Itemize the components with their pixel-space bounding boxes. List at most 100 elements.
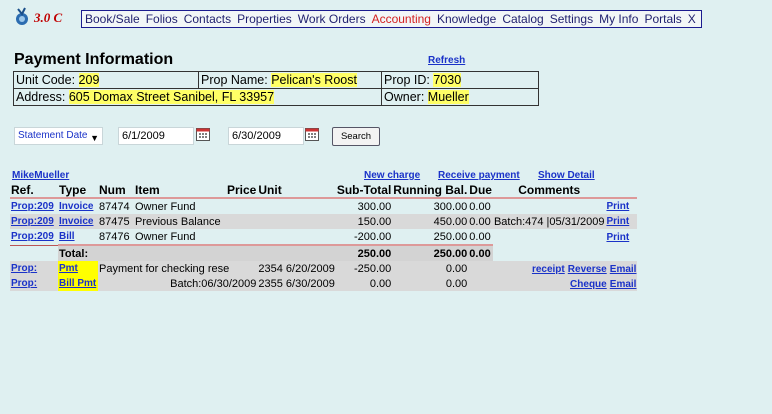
due-cell: 0.00: [468, 214, 493, 229]
prop-name-value: Pelican's Roost: [271, 73, 357, 87]
owner-label: Owner:: [384, 90, 425, 104]
header-due: Due: [468, 183, 493, 199]
menu-folios[interactable]: Folios: [146, 12, 178, 26]
menu-work-orders[interactable]: Work Orders: [298, 12, 366, 26]
total-subtotal: 250.00: [335, 244, 393, 261]
ref-link[interactable]: Prop:: [10, 276, 58, 291]
num-cell: 87475: [98, 214, 134, 229]
subtotal-cell: 300.00: [357, 200, 392, 213]
calendar-icon[interactable]: [305, 128, 319, 141]
payment-row: Prop: Bill Pmt Batch:06/30/2009 2355 6/3…: [10, 276, 638, 291]
header-price: Price: [226, 183, 258, 199]
due-cell: 0.00: [468, 229, 493, 246]
app-version: 3.0 C: [34, 10, 63, 25]
total-due: 0.00: [468, 244, 493, 261]
email-link[interactable]: Email: [610, 264, 637, 275]
total-running-bal: 250.00: [392, 244, 469, 261]
menu-book-sale[interactable]: Book/Sale: [85, 12, 140, 26]
calendar-icon[interactable]: [196, 128, 210, 141]
type-link[interactable]: Bill Pmt: [58, 276, 98, 291]
total-row: Total: 250.00 250.00 0.00: [10, 244, 637, 261]
new-charge-link[interactable]: New charge: [364, 170, 420, 181]
type-link[interactable]: Invoice: [58, 198, 98, 214]
receive-payment-link[interactable]: Receive payment: [438, 170, 520, 181]
header-subtotal: Sub-Total: [335, 183, 393, 199]
menu-settings[interactable]: Settings: [550, 12, 593, 26]
receipt-link[interactable]: receipt: [532, 264, 565, 275]
cheque-link[interactable]: Cheque: [570, 279, 607, 290]
header-item: Item: [134, 183, 226, 199]
prop-id-value: 7030: [433, 73, 462, 87]
start-date-input[interactable]: 6/1/2009: [118, 127, 194, 145]
prop-id-label: Prop ID:: [384, 73, 430, 87]
address-cell: Address: 605 Domax Street Sanibel, FL 33…: [13, 88, 382, 106]
menu-properties[interactable]: Properties: [237, 12, 292, 26]
print-link[interactable]: Print: [605, 198, 637, 214]
menu-contacts[interactable]: Contacts: [184, 12, 231, 26]
ref-link[interactable]: Prop:209: [10, 229, 58, 246]
menu-my-info[interactable]: My Info: [599, 12, 638, 26]
menu-knowledge[interactable]: Knowledge: [437, 12, 496, 26]
header-num: Num: [98, 183, 134, 199]
prop-name-cell: Prop Name: Pelican's Roost: [198, 71, 382, 89]
property-info-table: Unit Code: 209 Prop Name: Pelican's Roos…: [13, 71, 539, 106]
show-detail-link[interactable]: Show Detail: [538, 170, 595, 181]
type-link[interactable]: Invoice: [58, 214, 98, 229]
running-bal-cell: 250.00: [392, 229, 469, 246]
item-cell: Owner Fund: [135, 200, 196, 213]
search-button[interactable]: Search: [332, 127, 380, 146]
print-link[interactable]: Print: [605, 229, 637, 245]
payment-date: 6/20/2009: [285, 262, 335, 275]
filter-bar: Statement Date ▼ 6/1/2009 6/30/2009 Sear…: [14, 127, 772, 147]
subtotal-cell: 150.00: [335, 214, 393, 229]
transactions-table: Ref. Type Num Item Price Unit Sub-Total …: [10, 183, 638, 291]
ref-link[interactable]: Prop:: [10, 261, 58, 276]
date-type-select[interactable]: Statement Date ▼: [14, 127, 103, 145]
item-cell: Previous Balance: [134, 214, 226, 229]
end-date-input[interactable]: 6/30/2009: [228, 127, 304, 145]
table-row: Prop:209 Invoice 87475 Previous Balance …: [10, 214, 638, 229]
menu-accounting[interactable]: Accounting: [372, 12, 431, 26]
unit-code-value: 209: [78, 73, 100, 87]
price-cell: 2355 6/30/2009: [257, 276, 336, 291]
main-menu: Book/Sale Folios Contacts Properties Wor…: [81, 10, 702, 28]
owner-link[interactable]: MikeMueller: [12, 170, 69, 181]
address-value: 605 Domax Street Sanibel, FL 33957: [68, 90, 275, 104]
reverse-link[interactable]: Reverse: [568, 264, 607, 275]
email-link[interactable]: Email: [610, 279, 637, 290]
item-cell: Payment for checking rese: [98, 261, 258, 276]
payment-date: 6/30/2009: [285, 277, 335, 290]
running-bal-cell: 0.00: [392, 276, 469, 291]
header-comments: Comments: [492, 183, 606, 199]
comments-cell: [493, 229, 606, 245]
menu-catalog[interactable]: Catalog: [502, 12, 543, 26]
owner-value: Mueller: [427, 90, 469, 104]
header-running-bal: Running Bal.: [392, 183, 469, 199]
type-link[interactable]: Pmt: [58, 261, 98, 276]
print-link[interactable]: Print: [605, 214, 638, 229]
price-cell: [226, 214, 258, 229]
table-row: Prop:209 Bill 87476 Owner Fund -200.00 2…: [10, 229, 637, 246]
refresh-link[interactable]: Refresh: [428, 55, 465, 66]
unit-cell: [257, 198, 335, 214]
menu-portals[interactable]: Portals: [644, 12, 681, 26]
price-cell: [226, 198, 257, 214]
menu-close-button[interactable]: X: [688, 12, 696, 26]
logo-icon: [16, 7, 28, 25]
type-link[interactable]: Bill: [58, 229, 98, 246]
payment-row: Prop: Pmt Payment for checking rese 2354…: [10, 261, 638, 276]
top-bar: 3.0 C Book/Sale Folios Contacts Properti…: [0, 0, 772, 34]
actions-cell: Cheque Email: [468, 276, 638, 291]
app-logo[interactable]: 3.0 C: [12, 6, 92, 28]
ref-link[interactable]: Prop:209: [10, 198, 58, 214]
price-cell: [226, 229, 258, 246]
chevron-down-icon: ▼: [90, 133, 99, 143]
address-label: Address:: [16, 90, 66, 104]
payment-number: 2354: [258, 262, 283, 275]
subtotal-cell: -200.00: [335, 229, 393, 246]
ref-link[interactable]: Prop:209: [10, 214, 58, 229]
total-label: Total:: [58, 244, 336, 261]
table-header-row: Ref. Type Num Item Price Unit Sub-Total …: [10, 183, 638, 199]
date-type-value: Statement Date: [18, 130, 88, 141]
comments-cell: Batch:474 |05/31/2009: [492, 214, 606, 229]
